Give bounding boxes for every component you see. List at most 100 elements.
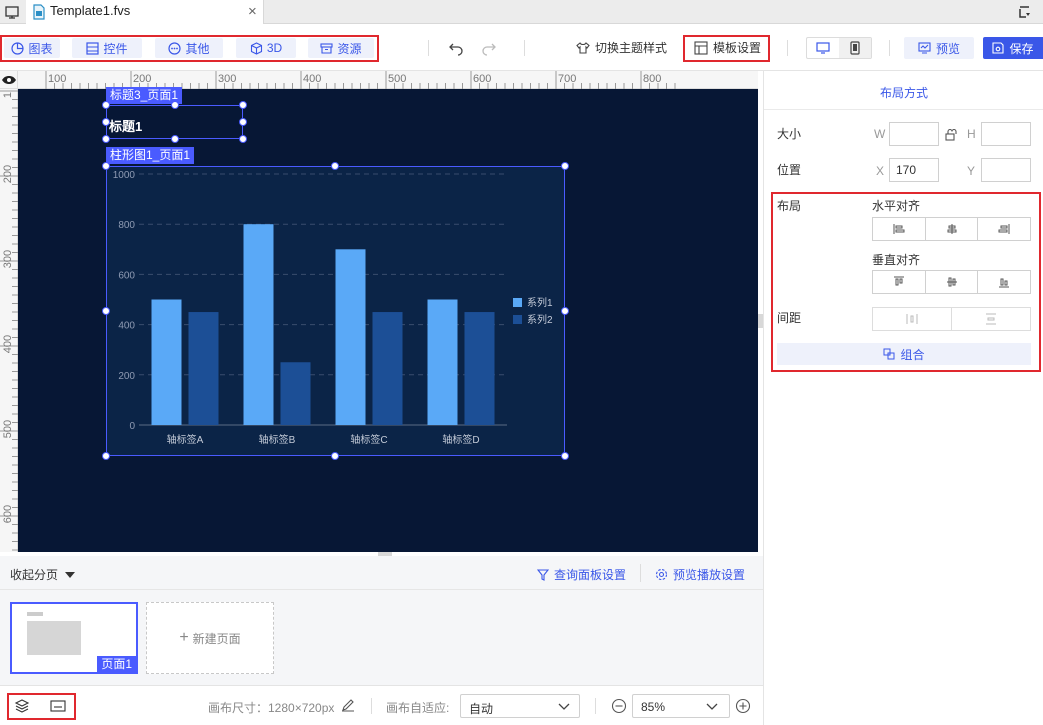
x-input[interactable]: 170 bbox=[889, 158, 939, 182]
ruler-top-label: 300 bbox=[218, 73, 236, 85]
y-label: Y bbox=[967, 164, 976, 178]
width-input[interactable] bbox=[889, 122, 939, 146]
y-tick-label: 1000 bbox=[113, 170, 136, 181]
canvas-size-label: 画布尺寸：1280×720px bbox=[208, 701, 335, 715]
resize-handle[interactable] bbox=[102, 101, 110, 109]
page-thumbnail-1[interactable]: 页面1 bbox=[10, 602, 138, 674]
resize-handle[interactable] bbox=[102, 162, 110, 170]
ruler-left-label: 600 bbox=[2, 505, 14, 523]
resize-handle[interactable] bbox=[331, 162, 339, 170]
align-right-icon[interactable] bbox=[978, 218, 1030, 240]
x-tick-label: 轴标签C bbox=[350, 433, 387, 446]
window-menu-icon[interactable] bbox=[1017, 4, 1033, 20]
resize-handle[interactable] bbox=[102, 118, 110, 126]
window-icon[interactable] bbox=[4, 4, 20, 20]
w-label: W bbox=[874, 127, 886, 141]
tab-title: Template1.fvs bbox=[50, 3, 131, 18]
legend-label: 系列2 bbox=[527, 313, 553, 326]
undo-icon[interactable] bbox=[448, 40, 464, 56]
resize-handle[interactable] bbox=[331, 452, 339, 460]
zoom-select[interactable]: 85% bbox=[632, 694, 730, 718]
3d-group-button[interactable]: 3D bbox=[236, 38, 296, 58]
bar bbox=[427, 299, 458, 425]
cube-icon bbox=[250, 41, 262, 55]
ruler-left-label: 200 bbox=[2, 165, 14, 183]
resize-handle[interactable] bbox=[561, 307, 569, 315]
query-panel-settings-link[interactable]: 查询面板设置 bbox=[537, 566, 626, 583]
preview-button[interactable]: 预览 bbox=[904, 37, 974, 59]
bar-chart-component[interactable]: 0 200 400 600 800 1000 轴标签A 轴标签B 轴标签C 轴标签D 系列1 系列2 bbox=[106, 166, 565, 456]
switch-theme-button[interactable]: 切换主题样式 bbox=[576, 39, 667, 56]
plus-icon: + bbox=[179, 629, 189, 646]
caret-down-icon bbox=[65, 571, 76, 578]
tab-bar: Template1.fvs × bbox=[0, 0, 1043, 24]
redo-icon[interactable] bbox=[481, 40, 497, 56]
group-button[interactable]: 组合 bbox=[777, 343, 1031, 365]
design-canvas[interactable]: 标题3_页面1 标题1 柱形图1_页面1 0 200 400 600 800 1000 轴标… bbox=[18, 87, 758, 552]
resource-group-button[interactable]: 资源 bbox=[308, 38, 374, 58]
height-input[interactable] bbox=[981, 122, 1031, 146]
title-component[interactable]: 标题1 bbox=[106, 105, 243, 139]
ruler-visibility-icon[interactable] bbox=[0, 71, 18, 89]
component-list-icon[interactable] bbox=[50, 699, 66, 713]
resize-handle[interactable] bbox=[171, 101, 179, 109]
title-component-tag: 标题3_页面1 bbox=[106, 87, 183, 104]
align-top-icon[interactable] bbox=[873, 271, 926, 293]
ruler-top-label: 200 bbox=[133, 73, 151, 85]
zoom-out-icon[interactable] bbox=[611, 698, 627, 714]
align-left-icon[interactable] bbox=[873, 218, 926, 240]
resize-handle[interactable] bbox=[102, 452, 110, 460]
resize-handle[interactable] bbox=[171, 135, 179, 143]
template-settings-button[interactable]: 模板设置 bbox=[694, 39, 761, 56]
tab-close-icon[interactable]: × bbox=[248, 3, 257, 20]
thumbnail-chart-shape bbox=[27, 621, 81, 655]
resize-handle[interactable] bbox=[102, 135, 110, 143]
align-center-h-icon[interactable] bbox=[926, 218, 979, 240]
file-icon bbox=[32, 4, 46, 20]
y-input[interactable] bbox=[981, 158, 1031, 182]
save-button[interactable]: 保存 bbox=[983, 37, 1043, 59]
collapse-pages-button[interactable]: 收起分页 bbox=[10, 566, 76, 583]
y-tick-label: 600 bbox=[118, 270, 135, 281]
resize-handle[interactable] bbox=[239, 135, 247, 143]
distribute-v-icon[interactable] bbox=[952, 308, 1030, 330]
size-label: 大小 bbox=[777, 127, 802, 141]
new-page-button[interactable]: + 新建页面 bbox=[146, 602, 274, 674]
edit-size-icon[interactable] bbox=[341, 698, 355, 712]
mobile-view-icon[interactable] bbox=[839, 38, 871, 58]
gear-icon bbox=[655, 568, 668, 581]
bar bbox=[188, 312, 219, 425]
divider bbox=[595, 698, 596, 714]
spacing-label: 间距 bbox=[777, 311, 802, 325]
resize-handle[interactable] bbox=[239, 118, 247, 126]
resize-handle[interactable] bbox=[239, 101, 247, 109]
resize-handle[interactable] bbox=[102, 307, 110, 315]
bar bbox=[372, 312, 403, 425]
x-tick-label: 轴标签A bbox=[167, 433, 204, 446]
widget-group-button[interactable]: 控件 bbox=[72, 38, 142, 58]
align-middle-v-icon[interactable] bbox=[926, 271, 979, 293]
align-bottom-icon[interactable] bbox=[978, 271, 1030, 293]
other-group-button[interactable]: 其他 bbox=[155, 38, 223, 58]
preview-play-settings-link[interactable]: 预览播放设置 bbox=[655, 566, 745, 583]
desktop-view-icon[interactable] bbox=[807, 38, 839, 58]
spacing-group bbox=[872, 307, 1031, 331]
x-tick-label: 轴标签D bbox=[442, 433, 479, 446]
divider bbox=[371, 698, 372, 714]
tab-template1[interactable]: Template1.fvs × bbox=[26, 0, 264, 24]
resize-handle[interactable] bbox=[561, 452, 569, 460]
divider bbox=[764, 109, 1043, 110]
shirt-icon bbox=[576, 41, 590, 54]
panel-title: 布局方式 bbox=[880, 86, 929, 100]
layers-icon[interactable] bbox=[14, 698, 30, 714]
adapt-label: 画布自适应: bbox=[386, 701, 450, 715]
chart-group-button[interactable]: 图表 bbox=[4, 38, 60, 58]
resize-handle[interactable] bbox=[561, 162, 569, 170]
zoom-in-icon[interactable] bbox=[735, 698, 751, 714]
adapt-select[interactable]: 自动 bbox=[460, 694, 580, 718]
bar bbox=[280, 362, 311, 425]
aspect-lock-icon[interactable] bbox=[945, 128, 958, 141]
ruler-top-label: 400 bbox=[303, 73, 321, 85]
legend-swatch bbox=[513, 315, 522, 324]
distribute-h-icon[interactable] bbox=[873, 308, 952, 330]
